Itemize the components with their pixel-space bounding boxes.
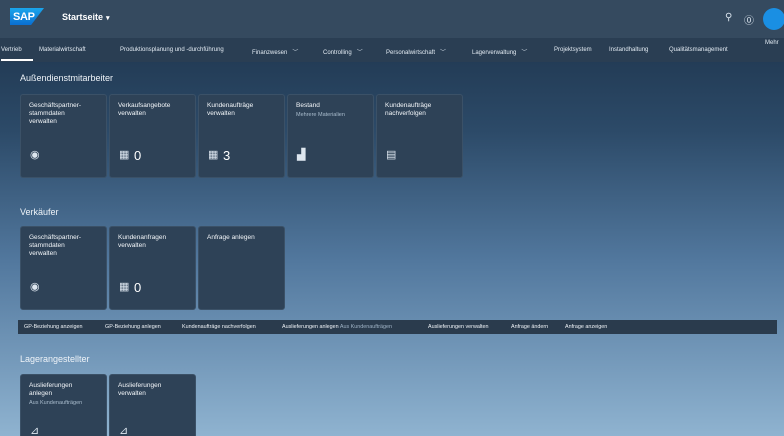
link-gp-beziehung-anzeigen[interactable]: GP-Beziehung anzeigen [24,324,82,330]
tile-subtitle: Aus Kundenaufträgen [29,400,83,406]
tab-label: Vertrieb [1,47,22,53]
tile-title: Auslieferungen anlegen [29,382,73,397]
tab-label: Qualitätsmanagement [669,47,728,53]
tile-kundenanfragen-verwalten[interactable]: Kundenanfragen verwalten ▦ 0 [109,226,196,310]
chevron-down-icon: ﹀ [356,50,363,56]
link-bar: GP-Beziehung anzeigen GP-Beziehung anleg… [18,320,777,334]
link-auslieferungen-verwalten[interactable]: Auslieferungen verwalten [428,324,489,330]
chevron-down-icon: ▾ [106,15,110,22]
app-title: Startseite [62,12,104,22]
tab-qualitaetsmanagement[interactable]: Qualitätsmanagement [669,47,728,53]
tab-label: Lagerverwaltung [472,50,517,56]
chevron-down-icon: ﹀ [521,50,528,56]
sap-logo[interactable]: SAP [10,8,44,25]
tab-lagerverwaltung[interactable]: Lagerverwaltung ﹀ [472,47,527,56]
tab-finanzwesen[interactable]: Finanzwesen ﹀ [252,47,298,56]
tab-more[interactable]: Mehr [765,40,779,46]
tile-gp-stammdaten-verwalten-2[interactable]: Geschäftspartner- stammdaten verwalten ◉ [20,226,107,310]
tab-personalwirtschaft[interactable]: Personalwirtschaft ﹀ [386,47,446,56]
tile-kpi-number: 3 [223,148,231,163]
tab-label: Instandhaltung [609,47,649,53]
tile-anfrage-anlegen[interactable]: Anfrage anlegen [198,226,285,310]
document-list-icon: ▦ [119,281,130,293]
tab-materialwirtschaft[interactable]: Materialwirtschaft [39,47,86,53]
avatar[interactable] [763,8,784,30]
tile-kundenauftraege-verwalten[interactable]: Kundenaufträge verwalten ▦ 3 [198,94,285,178]
group-title-verkaeufer: Verkäufer [20,207,59,217]
tab-label: Mehr [765,40,779,46]
link-anfrage-aendern[interactable]: Anfrage ändern [511,324,548,330]
group-tab-bar: Vertrieb Materialwirtschaft Produktionsp… [0,38,784,62]
help-icon[interactable]: ⓪ [744,12,754,27]
tab-projektsystem[interactable]: Projektsystem [554,47,592,53]
link-gp-beziehung-anlegen[interactable]: GP-Beziehung anlegen [105,324,161,330]
tile-title: Geschäftspartner- stammdaten verwalten [29,102,82,125]
group-title-aussendienst: Außendienstmitarbeiter [20,73,114,83]
document-list-icon: ▦ [208,149,219,161]
tile-gp-stammdaten-verwalten[interactable]: Geschäftspartner- stammdaten verwalten ◉ [20,94,107,178]
tab-label: Finanzwesen [252,50,288,56]
link-kundenauftraege-nachverfolgen[interactable]: Kundenaufträge nachverfolgen [182,324,256,330]
shell-bar: SAP Startseite ▾ ⚲ ⓪ [0,0,784,38]
group-title-lager: Lagerangestellter [20,354,90,364]
tile-auslieferungen-verwalten[interactable]: Auslieferungen verwalten ⊿ [109,374,196,436]
tab-controlling[interactable]: Controlling ﹀ [323,47,363,56]
tab-vertrieb[interactable]: Vertrieb [1,47,22,53]
shipping-icon: ⊿ [119,425,129,436]
tab-label: Produktionsplanung und -durchführung [120,47,224,53]
inventory-chart-icon: ▟ [297,149,306,161]
link-auslieferungen-anlegen[interactable]: Auslieferungen anlegen Aus Kundenaufträg… [282,324,392,330]
chevron-down-icon: ﹀ [440,50,447,56]
active-tab-indicator [1,59,33,61]
tile-title: Verkaufsangebote verwalten [118,102,171,117]
tile-title: Kundenaufträge nachverfolgen [385,102,432,117]
tile-title: Bestand [296,102,320,109]
tab-label: Personalwirtschaft [386,50,436,56]
tile-bestand[interactable]: Bestand Mehrere Materialien ▟ [287,94,374,178]
link-sublabel: Aus Kundenaufträgen [339,324,393,330]
tile-subtitle: Mehrere Materialien [296,112,345,118]
link-anfrage-anzeigen[interactable]: Anfrage anzeigen [565,324,607,330]
tile-title: Kundenaufträge verwalten [207,102,254,117]
tab-label: Controlling [323,50,352,56]
app-title-menu[interactable]: Startseite ▾ [62,12,110,22]
tile-verkaufsangebote-verwalten[interactable]: Verkaufsangebote verwalten ▦ 0 [109,94,196,178]
link-label: Auslieferungen anlegen [282,324,339,330]
tile-title: Auslieferungen verwalten [118,382,162,397]
document-list-icon: ▦ [119,149,130,161]
document-icon: ▤ [386,149,397,161]
logo-text: SAP [13,10,35,23]
tile-kpi-number: 0 [134,148,142,163]
tile-kundenauftraege-nachverfolgen[interactable]: Kundenaufträge nachverfolgen ▤ [376,94,463,178]
tile-auslieferungen-anlegen[interactable]: Auslieferungen anlegen Aus Kundenaufträg… [20,374,107,436]
chevron-down-icon: ﹀ [292,50,299,56]
search-icon[interactable]: ⚲ [725,12,732,23]
tile-title: Geschäftspartner- stammdaten verwalten [29,234,82,257]
shipping-add-icon: ⊿ [30,425,40,436]
tile-title: Kundenanfragen verwalten [118,234,167,249]
person-icon: ◉ [30,149,40,161]
person-icon: ◉ [30,281,40,293]
tab-produktionsplanung[interactable]: Produktionsplanung und -durchführung [120,47,224,53]
tab-label: Projektsystem [554,47,592,53]
tile-kpi-number: 0 [134,280,142,295]
tab-instandhaltung[interactable]: Instandhaltung [609,47,648,53]
tile-title: Anfrage anlegen [207,234,255,241]
tab-label: Materialwirtschaft [39,47,86,53]
